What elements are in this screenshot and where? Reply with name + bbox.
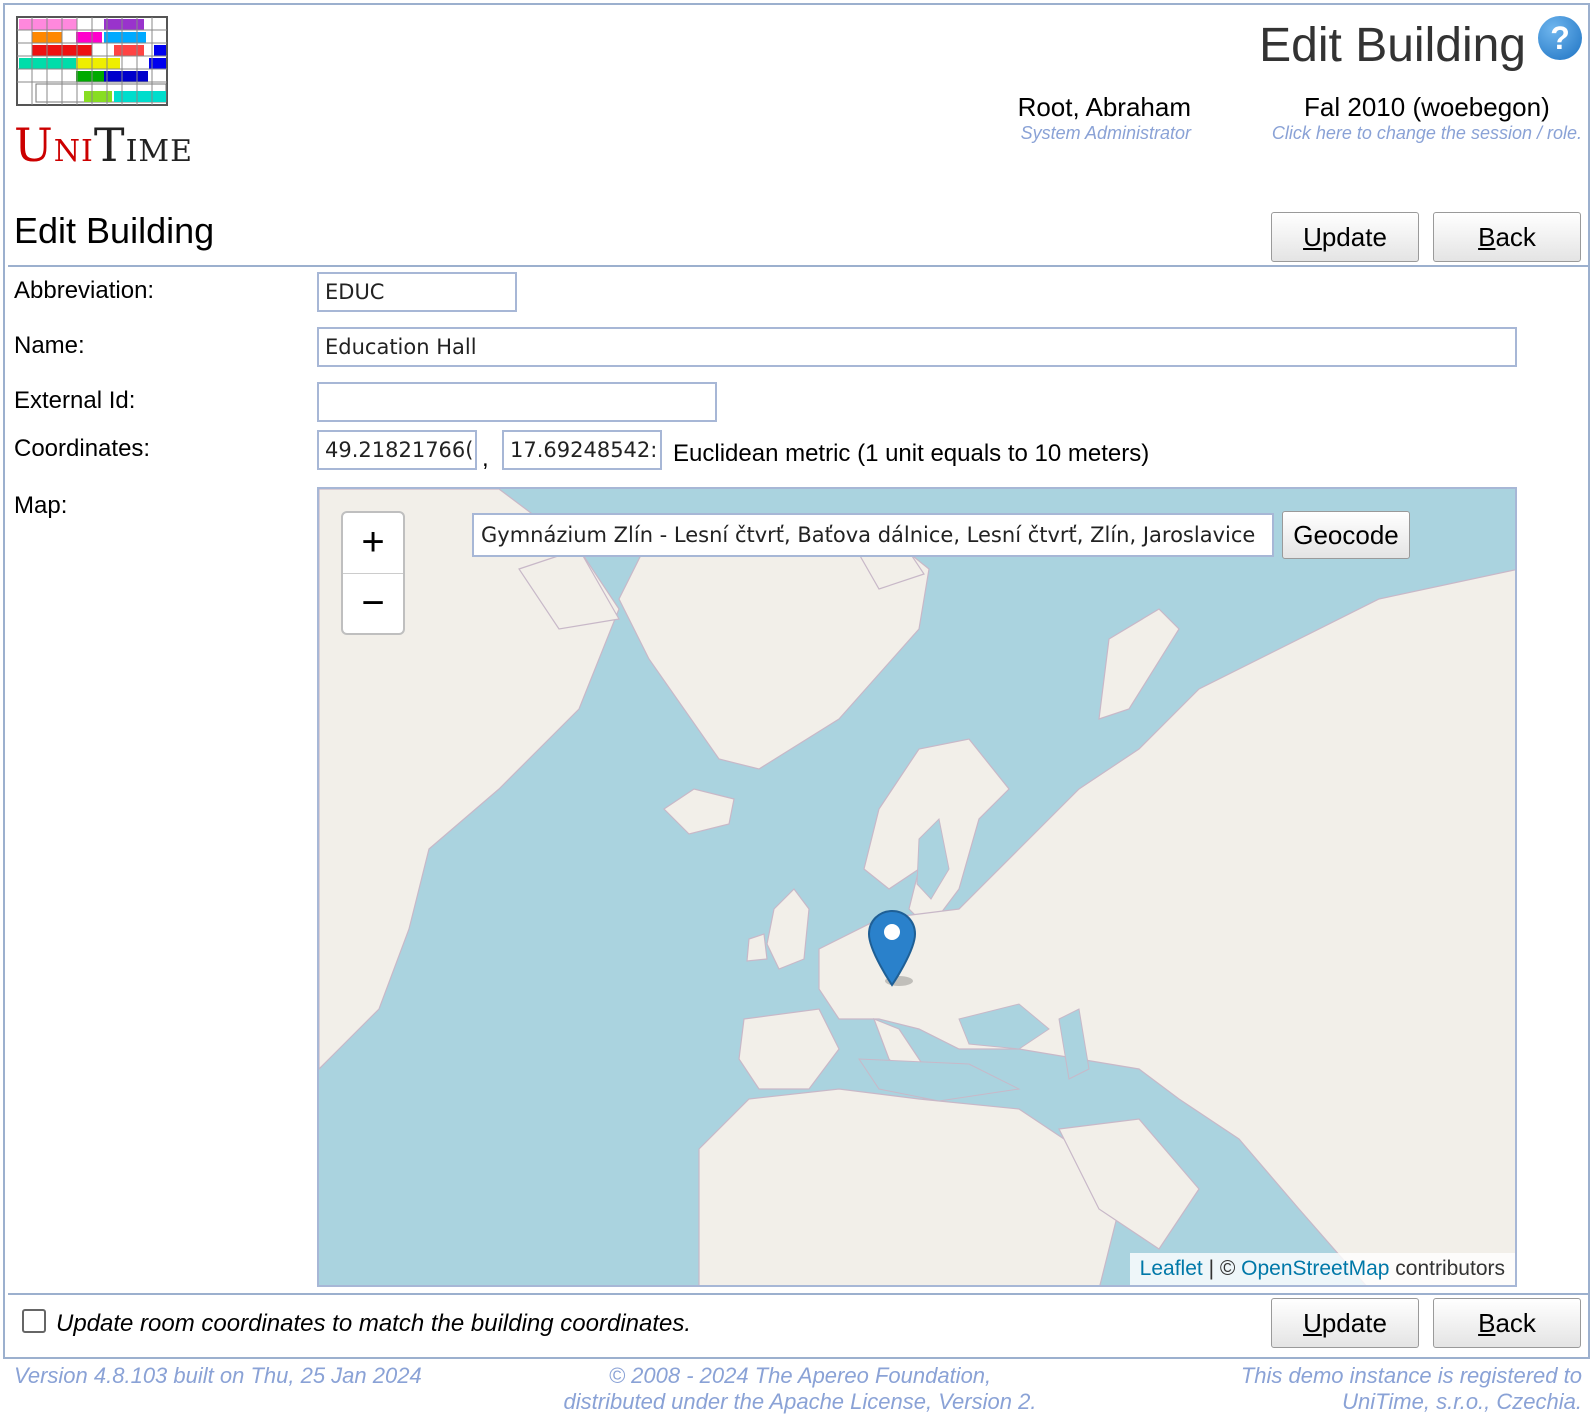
footer-registered-line2: UniTime, s.r.o., Czechia. [1342,1389,1582,1414]
world-map [319,489,1515,1285]
coordinate-separator: , [482,445,489,472]
update-button-top[interactable]: Update [1271,212,1419,262]
unitime-logo[interactable]: UNITIME [14,14,192,174]
leaflet-link[interactable]: Leaflet [1140,1257,1203,1280]
metric-description: Euclidean metric (1 unit equals to 10 me… [673,440,1150,467]
abbreviation-input[interactable]: EDUC [317,272,517,312]
name-input[interactable]: Education Hall [317,327,1517,367]
coordinates-label: Coordinates: [14,435,151,462]
back-label-rest: ack [1495,1308,1536,1338]
footer-registration: This demo instance is registered to UniT… [1241,1363,1582,1415]
update-room-coordinates-label: Update room coordinates to match the bui… [56,1310,692,1337]
map-attribution: Leaflet | © OpenStreetMap contributors [1129,1253,1515,1285]
footer-copyright-line1: © 2008 - 2024 The Apereo Foundation, [608,1363,992,1388]
footer-copyright-line2: distributed under the Apache License, Ve… [563,1389,1037,1414]
update-room-coordinates-checkbox[interactable] [22,1309,46,1333]
abbreviation-label: Abbreviation: [14,277,155,304]
bottom-divider [8,1293,1590,1295]
session-selector[interactable]: Fal 2010 (woebegon) Click here to change… [1272,92,1582,144]
latitude-input[interactable]: 49.21821766( [317,430,477,470]
back-label-prefix: B [1478,222,1496,252]
map-label: Map: [14,492,68,519]
session-name: Fal 2010 (woebegon) [1304,92,1550,122]
location-marker-icon[interactable] [867,909,917,989]
map-view[interactable]: + − Gymnázium Zlín - Lesní čtvrť, Baťova… [317,487,1517,1287]
zoom-out-button[interactable]: − [343,574,403,634]
back-button-bottom[interactable]: Back [1433,1298,1581,1348]
update-label-prefix: U [1303,222,1322,252]
external-id-input[interactable] [317,382,717,422]
name-label: Name: [14,332,85,359]
update-label-rest: pdate [1321,222,1387,252]
longitude-input[interactable]: 17.69248542: [502,430,662,470]
footer-version: Version 4.8.103 built on Thu, 25 Jan 202… [14,1363,422,1388]
update-button-bottom[interactable]: Update [1271,1298,1419,1348]
app-name: UNITIME [14,118,194,172]
update-label-prefix: U [1303,1308,1322,1338]
user-info: Root, Abraham System Administrator [1018,92,1191,144]
back-button-top[interactable]: Back [1433,212,1581,262]
section-title: Edit Building [14,210,215,251]
page-title: Edit Building [1259,19,1526,72]
zoom-in-button[interactable]: + [343,513,403,574]
help-icon[interactable]: ? [1538,16,1582,60]
zoom-control: + − [341,511,405,635]
update-label-rest: pdate [1321,1308,1387,1338]
geocode-button[interactable]: Geocode [1282,511,1410,559]
external-id-label: External Id: [14,387,136,414]
section-divider [8,265,1590,267]
footer-registered-line1: This demo instance is registered to [1240,1363,1582,1388]
footer-copyright: © 2008 - 2024 The Apereo Foundation, dis… [540,1363,1060,1415]
attribution-tail: contributors [1389,1257,1505,1280]
geocode-input[interactable]: Gymnázium Zlín - Lesní čtvrť, Baťova dál… [472,513,1274,557]
user-role: System Administrator [1020,123,1191,143]
attribution-separator: | © [1202,1257,1242,1280]
session-hint: Click here to change the session / role. [1271,123,1582,143]
back-label-rest: ack [1495,222,1536,252]
user-name: Root, Abraham [1017,92,1191,122]
openstreetmap-link[interactable]: OpenStreetMap [1241,1257,1389,1280]
back-label-prefix: B [1478,1308,1496,1338]
